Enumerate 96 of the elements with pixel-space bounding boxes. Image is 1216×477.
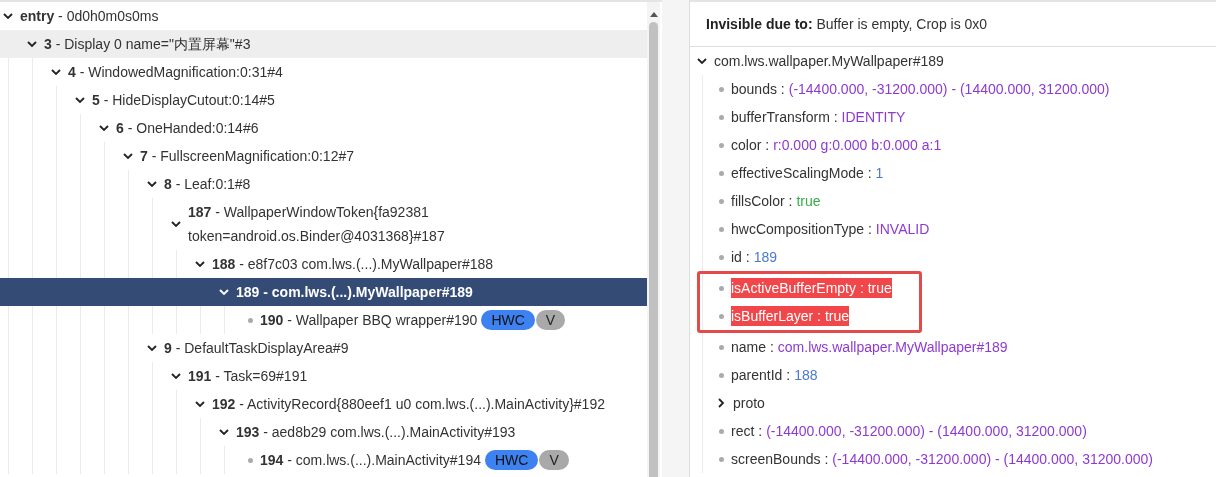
bullet-icon [718,198,724,204]
node-label: 188 - e8f7c03 com.lws.(...).MyWallpaper#188 [212,255,494,274]
chevron-right-icon[interactable] [715,397,727,409]
property-key: id : [731,249,750,265]
property-group[interactable]: proto [733,395,765,411]
chevron-down-icon[interactable] [194,398,206,410]
chevron-down-icon[interactable] [194,258,206,270]
property-value: 189 [753,249,778,265]
node-label: 8 - Leaf:0:1#8 [164,175,251,194]
bullet-icon [718,170,724,176]
bullet-icon [718,285,724,291]
node-label: 5 - HideDisplayCutout:0:14#5 [92,91,275,110]
highlighted-property: isBufferLayer : true [731,306,850,326]
scrollbar-thumb[interactable] [649,22,658,477]
properties-root-row[interactable]: com.lws.wallpaper.MyWallpaper#189 [690,47,1216,75]
bullet-icon [247,317,253,323]
property-key: color : [731,137,770,153]
property-value: r:0.000 g:0.000 b:0.000 a:1 [773,137,942,153]
chevron-down-icon[interactable] [122,150,134,162]
tree-row[interactable]: 188 - e8f7c03 com.lws.(...).MyWallpaper#188 [192,250,647,278]
invisible-reason-text: Invisible due to: Buffer is empty, Crop is 0x0 [690,2,1216,47]
tree-row[interactable]: 5 - HideDisplayCutout:0:14#5 [72,86,647,114]
property-key: bufferTransform : [731,109,838,125]
chevron-down-icon[interactable] [170,218,182,230]
scrollbar[interactable] [647,2,660,477]
property-value: true [796,193,821,209]
node-label: 193 - aed8b29 com.lws.(...).MainActivity#193 [236,423,516,442]
chevron-down-icon[interactable] [170,370,182,382]
chevron-down-icon[interactable] [146,342,158,354]
bullet-icon [718,313,724,319]
node-label: 6 - OneHanded:0:14#6 [116,119,259,138]
node-label: 192 - ActivityRecord{880eef1 u0 com.lws.(...).MainActivity}#192 [212,395,605,414]
node-label: 191 - Task=69#191 [188,367,308,386]
property-key: name : [731,339,774,355]
node-label: 194 - com.lws.(...).MainActivity#194 [260,451,481,470]
bullet-icon [718,456,724,462]
hwc-tag: HWC [484,450,539,470]
tree-row[interactable]: 190 - Wallpaper BBQ wrapper#190 HWC V [240,306,647,334]
node-label: 189 - com.lws.(...).MyWallpaper#189 [236,283,473,302]
property-value: (-14400.000, -31200.000) - (14400.000, 31200.000) [788,81,1110,97]
property-value: 1 [875,165,884,181]
node-label: 4 - WindowedMagnification:0:31#4 [68,63,283,82]
bullet-icon [247,457,253,463]
chevron-down-icon[interactable] [146,178,158,190]
bullet-icon [718,254,724,260]
tree-row[interactable]: 193 - aed8b29 com.lws.(...).MainActivity#193 [216,418,647,446]
node-label: 9 - DefaultTaskDisplayArea#9 [164,339,349,358]
node-label: 7 - FullscreenMagnification:0:12#7 [140,147,355,166]
visible-tag: V [539,450,569,470]
property-key: effectiveScalingMode : [731,165,872,181]
bullet-icon [718,226,724,232]
visible-tag: V [535,310,566,330]
property-key: bounds : [731,81,785,97]
node-label: 187 - WallpaperWindowToken{fa92381 token=android.os.Binder@4031368}#187 [188,203,445,246]
chevron-down-icon[interactable] [26,38,38,50]
bullet-icon [718,142,724,148]
tree-row[interactable]: 191 - Task=69#191 [168,362,647,390]
property-value: 188 [794,367,818,383]
tree-row[interactable]: 4 - WindowedMagnification:0:31#4 [48,58,647,86]
property-key: hwcCompositionType : [731,221,872,237]
property-value: com.lws.wallpaper.MyWallpaper#189 [777,339,1008,355]
tree-row[interactable]: 6 - OneHanded:0:14#6 [96,114,647,142]
bullet-icon [718,114,724,120]
chevron-down-icon[interactable] [696,55,708,67]
node-label: 3 - Display 0 name="内置屏幕"#3 [44,35,251,54]
scroll-up-icon[interactable] [648,10,659,18]
tree-row[interactable]: 187 - WallpaperWindowToken{fa92381 token=android.os.Binder@4031368}#187 [168,198,647,250]
bullet-icon [718,372,724,378]
property-key: fillsColor : [731,193,793,209]
tree-row[interactable]: 7 - FullscreenMagnification:0:12#7 [120,142,647,170]
chevron-down-icon[interactable] [218,286,230,298]
tree-row[interactable]: 9 - DefaultTaskDisplayArea#9 [144,334,647,362]
tree-row[interactable]: 194 - com.lws.(...).MainActivity#194 HWC V [240,446,647,474]
highlighted-property: isActiveBufferEmpty : true [731,278,892,298]
property-key: screenBounds : [731,451,829,467]
chevron-down-icon[interactable] [50,66,62,78]
chevron-down-icon[interactable] [2,10,14,22]
bullet-icon [718,428,724,434]
node-label: 190 - Wallpaper BBQ wrapper#190 [260,311,478,330]
chevron-down-icon[interactable] [98,122,110,134]
property-value: IDENTITY [841,109,906,125]
node-label: entry - 0d0h0m0s0ms [20,7,159,26]
property-value: (-14400.000, -31200.000) - (14400.000, 31200.000) [766,423,1087,439]
property-key: parentId : [731,367,791,383]
hwc-tag: HWC [481,310,535,330]
property-key: rect : [731,423,763,439]
chevron-down-icon[interactable] [218,426,230,438]
tree-row[interactable]: entry - 0d0h0m0s0ms [0,2,647,30]
layer-name: com.lws.wallpaper.MyWallpaper#189 [714,53,944,69]
tree-row[interactable]: 8 - Leaf:0:1#8 [144,170,647,198]
bullet-icon [718,344,724,350]
property-value: (-14400.000, -31200.000) - (14400.000, 31200.000) [832,451,1153,467]
tree-row[interactable]: 192 - ActivityRecord{880eef1 u0 com.lws.(...).MainActivity}#192 [192,390,647,418]
bullet-icon [718,86,724,92]
chevron-down-icon[interactable] [74,94,86,106]
property-value: INVALID [875,221,930,237]
